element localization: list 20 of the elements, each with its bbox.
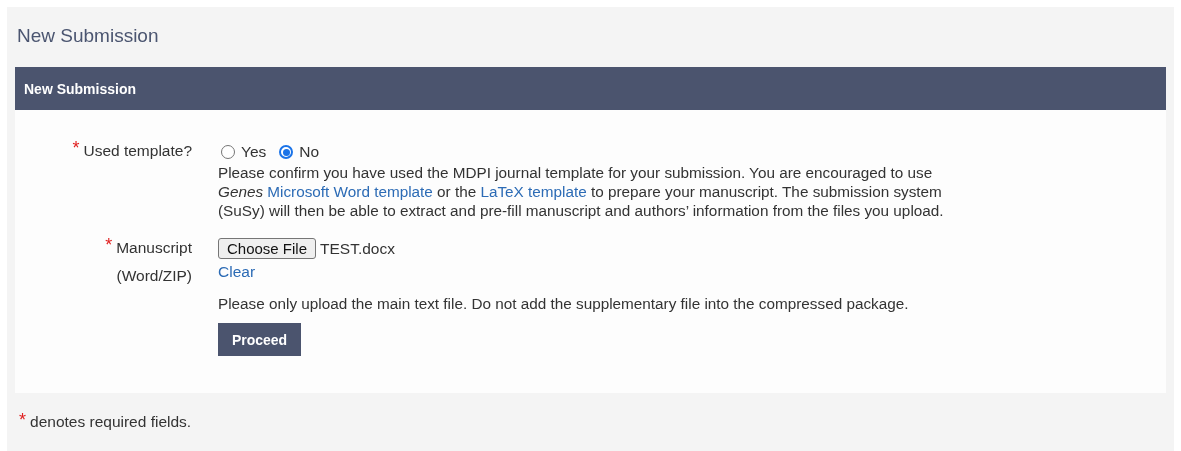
page-title: New Submission bbox=[16, 24, 160, 48]
footer-note: denotes required fields. bbox=[30, 413, 192, 431]
radio-button[interactable] bbox=[221, 145, 235, 159]
file-name: TEST.docx bbox=[320, 239, 395, 258]
required-asterisk: * bbox=[72, 141, 80, 155]
choose-file-button[interactable]: Choose File bbox=[218, 238, 317, 259]
template-link[interactable]: Microsoft Word template bbox=[267, 183, 433, 200]
clear-link[interactable]: Clear bbox=[218, 263, 256, 280]
help-text: Please confirm you have used the MDPI journal template for your submission. You are encouraged to use Genes Microsoft Word template or the LaTeX template to prepare your manuscript. The submission system (SuSy) will then be able to extract and pre-fill manuscript and authors’ information from the files you upload. bbox=[218, 163, 945, 220]
field-label: Used template? bbox=[83, 141, 192, 161]
field-label: Manuscript (Word/ZIP) bbox=[116, 238, 192, 286]
radio-label[interactable]: No bbox=[299, 143, 320, 161]
radio-label[interactable]: Yes bbox=[241, 143, 267, 161]
proceed-button[interactable]: Proceed bbox=[218, 323, 301, 356]
template-link[interactable]: LaTeX template bbox=[480, 183, 587, 200]
radio-button[interactable] bbox=[279, 145, 294, 159]
required-asterisk: * bbox=[105, 238, 113, 252]
upload-note: Please only upload the main text file. Do not add the supplementary file into the compressed package. bbox=[218, 295, 909, 313]
panel-header: New Submission bbox=[15, 67, 1166, 110]
required-asterisk: * bbox=[19, 413, 26, 427]
